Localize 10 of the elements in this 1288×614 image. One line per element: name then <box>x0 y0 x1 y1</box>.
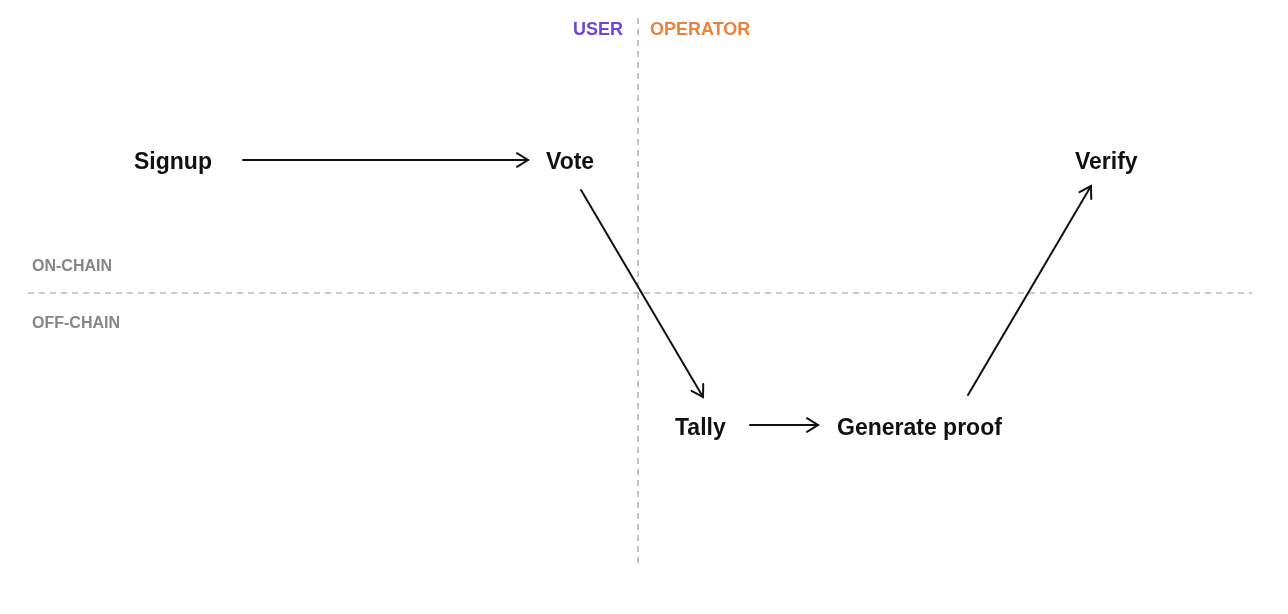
step-label: Generate proof <box>837 414 1002 441</box>
arrow <box>749 417 820 433</box>
column-label: USER <box>573 19 623 40</box>
step-label: Signup <box>134 148 212 175</box>
step-label: Verify <box>1075 148 1138 175</box>
region-label: OFF-CHAIN <box>32 314 120 332</box>
step-label: Vote <box>546 148 595 175</box>
column-label: OPERATOR <box>650 19 751 40</box>
step-label: Tally <box>675 414 726 441</box>
region-label: ON-CHAIN <box>32 257 112 275</box>
